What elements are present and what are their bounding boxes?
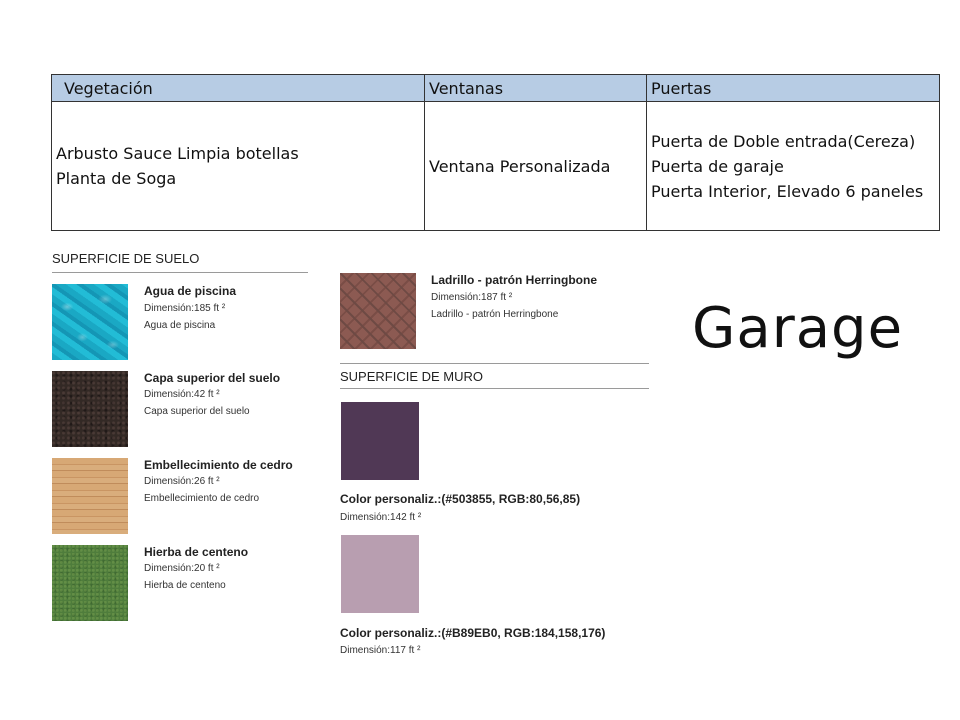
wall-section-top-divider	[340, 363, 649, 364]
table-row: Arbusto Sauce Limpia botellas Planta de …	[51, 101, 940, 231]
header-vegetacion: Vegetación	[51, 74, 425, 102]
header-ventanas: Ventanas	[424, 74, 647, 102]
item-dimension: Dimensión:42 ft ²	[144, 389, 220, 400]
wall-section-title: SUPERFICIE DE MURO	[340, 369, 484, 384]
item-dimension: Dimensión:26 ft ²	[144, 476, 220, 487]
item-description: Hierba de centeno	[144, 580, 226, 591]
table-header-row: Vegetación Ventanas Puertas	[51, 74, 940, 102]
item-dimension: Dimensión:142 ft ²	[340, 512, 422, 523]
item-dimension: Dimensión:187 ft ²	[431, 292, 513, 303]
features-table: Vegetación Ventanas Puertas Arbusto Sauc…	[51, 74, 940, 231]
cell-ventanas: Ventana Personalizada	[424, 101, 647, 231]
pool-water-swatch	[52, 284, 128, 360]
item-name: Ladrillo - patrón Herringbone	[431, 273, 598, 287]
item-description: Agua de piscina	[144, 320, 216, 331]
vegetacion-item: Planta de Soga	[56, 169, 177, 188]
wall-color-swatch	[341, 535, 419, 613]
item-name: Color personaliz.:(#B89EB0, RGB:184,158,…	[340, 626, 606, 640]
item-description: Embellecimiento de cedro	[144, 493, 260, 504]
item-name: Embellecimiento de cedro	[144, 458, 293, 472]
wall-color-swatch	[341, 402, 419, 480]
puertas-item: Puerta de garaje	[651, 156, 784, 176]
cell-vegetacion: Arbusto Sauce Limpia botellas Planta de …	[51, 101, 425, 231]
puertas-item: Puerta de Doble entrada(Cereza)	[651, 131, 916, 151]
item-dimension: Dimensión:20 ft ²	[144, 563, 220, 574]
cell-puertas: Puerta de Doble entrada(Cereza) Puerta d…	[646, 101, 940, 231]
rye-grass-swatch	[52, 545, 128, 621]
cedar-mulch-swatch	[52, 458, 128, 534]
item-name: Capa superior del suelo	[144, 371, 281, 385]
topsoil-swatch	[52, 371, 128, 447]
herringbone-brick-swatch	[340, 273, 416, 349]
room-label: Garage	[692, 296, 904, 361]
item-name: Agua de piscina	[144, 284, 237, 298]
wall-section-divider	[340, 388, 649, 389]
floor-section-divider	[52, 272, 308, 273]
item-description: Ladrillo - patrón Herringbone	[431, 309, 559, 320]
ventanas-item: Ventana Personalizada	[429, 156, 611, 176]
item-dimension: Dimensión:185 ft ²	[144, 303, 226, 314]
item-dimension: Dimensión:117 ft ²	[340, 645, 421, 656]
header-puertas: Puertas	[646, 74, 940, 102]
floor-section-title: SUPERFICIE DE SUELO	[52, 251, 200, 266]
puertas-item: Puerta Interior, Elevado 6 paneles	[651, 181, 924, 201]
item-name: Color personaliz.:(#503855, RGB:80,56,85…	[340, 492, 581, 506]
item-description: Capa superior del suelo	[144, 406, 250, 417]
item-name: Hierba de centeno	[144, 545, 249, 559]
vegetacion-item: Arbusto Sauce Limpia botellas	[56, 144, 299, 163]
